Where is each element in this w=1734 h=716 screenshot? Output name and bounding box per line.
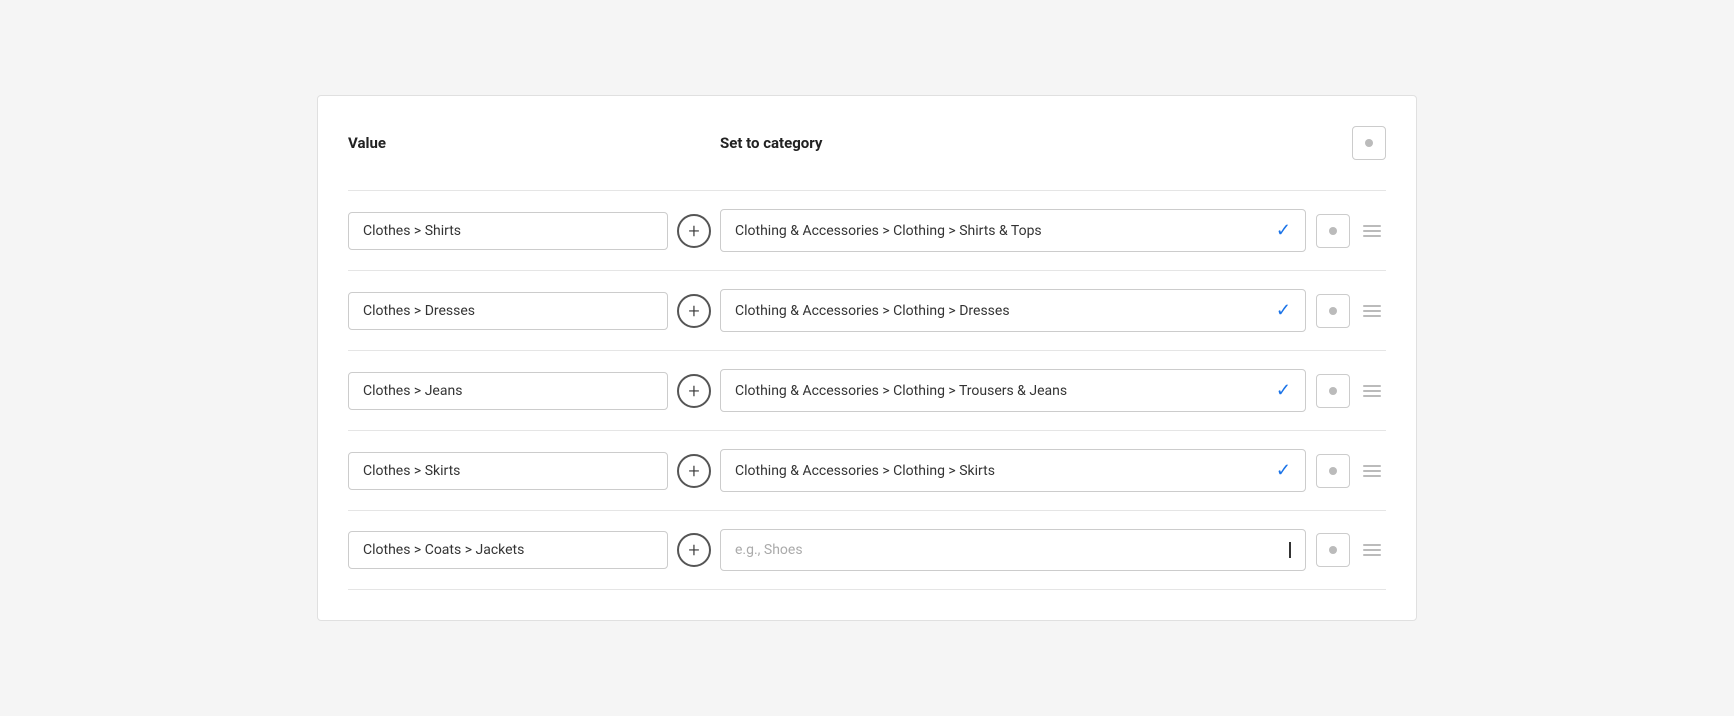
value-box: Clothes > Dresses	[348, 292, 668, 330]
category-text: Clothing & Accessories > Clothing > Shir…	[735, 223, 1266, 239]
category-text: e.g., Shoes	[735, 542, 1287, 558]
value-cell: Clothes > Jeans	[348, 372, 668, 410]
menu-line-icon	[1363, 395, 1381, 397]
row-menu-button[interactable]	[1358, 374, 1386, 408]
menu-line-icon	[1363, 470, 1381, 472]
row-menu-button[interactable]	[1358, 533, 1386, 567]
check-icon: ✓	[1276, 300, 1291, 321]
value-cell: Clothes > Skirts	[348, 452, 668, 490]
check-icon: ✓	[1276, 460, 1291, 481]
menu-line-icon	[1363, 305, 1381, 307]
value-column-header: Value	[348, 134, 668, 152]
category-column-header: Set to category	[720, 134, 1306, 152]
add-button[interactable]: +	[677, 533, 711, 567]
menu-line-icon	[1363, 390, 1381, 392]
menu-line-icon	[1363, 385, 1381, 387]
add-button[interactable]: +	[677, 374, 711, 408]
menu-line-icon	[1363, 315, 1381, 317]
menu-line-icon	[1363, 554, 1381, 556]
header-dot-button[interactable]	[1352, 126, 1386, 160]
value-cell: Clothes > Coats > Jackets	[348, 531, 668, 569]
dot-icon	[1329, 467, 1337, 475]
category-box[interactable]: Clothing & Accessories > Clothing > Shir…	[720, 209, 1306, 252]
value-box: Clothes > Shirts	[348, 212, 668, 250]
category-cell: Clothing & Accessories > Clothing > Trou…	[720, 369, 1306, 412]
category-cell: Clothing & Accessories > Clothing > Skir…	[720, 449, 1306, 492]
add-button[interactable]: +	[677, 214, 711, 248]
table-row: Clothes > Skirts + Clothing & Accessories …	[348, 431, 1386, 511]
value-box: Clothes > Skirts	[348, 452, 668, 490]
dot-icon	[1329, 307, 1337, 315]
category-cell: Clothing & Accessories > Clothing > Shir…	[720, 209, 1306, 252]
row-dot-button[interactable]	[1316, 454, 1350, 488]
menu-line-icon	[1363, 235, 1381, 237]
dot-icon	[1329, 546, 1337, 554]
row-actions	[1306, 214, 1386, 248]
menu-line-icon	[1363, 549, 1381, 551]
plus-cell: +	[668, 454, 720, 488]
dot-icon	[1329, 387, 1337, 395]
row-dot-button[interactable]	[1316, 214, 1350, 248]
row-actions	[1306, 533, 1386, 567]
plus-cell: +	[668, 294, 720, 328]
value-box: Clothes > Jeans	[348, 372, 668, 410]
value-cell: Clothes > Shirts	[348, 212, 668, 250]
menu-line-icon	[1363, 310, 1381, 312]
plus-cell: +	[668, 374, 720, 408]
category-text: Clothing & Accessories > Clothing > Dres…	[735, 303, 1266, 319]
category-box[interactable]: Clothing & Accessories > Clothing > Trou…	[720, 369, 1306, 412]
table-row: Clothes > Coats > Jackets + e.g., Shoes	[348, 511, 1386, 590]
menu-line-icon	[1363, 230, 1381, 232]
row-menu-button[interactable]	[1358, 214, 1386, 248]
value-cell: Clothes > Dresses	[348, 292, 668, 330]
plus-cell: +	[668, 214, 720, 248]
dot-icon	[1365, 139, 1373, 147]
text-cursor	[1289, 542, 1291, 558]
category-box[interactable]: Clothing & Accessories > Clothing > Dres…	[720, 289, 1306, 332]
row-actions	[1306, 374, 1386, 408]
menu-line-icon	[1363, 475, 1381, 477]
table-row: Clothes > Jeans + Clothing & Accessories >…	[348, 351, 1386, 431]
category-text: Clothing & Accessories > Clothing > Trou…	[735, 383, 1266, 399]
row-menu-button[interactable]	[1358, 454, 1386, 488]
row-dot-button[interactable]	[1316, 294, 1350, 328]
category-cell: Clothing & Accessories > Clothing > Dres…	[720, 289, 1306, 332]
row-actions	[1306, 454, 1386, 488]
menu-line-icon	[1363, 225, 1381, 227]
add-button[interactable]: +	[677, 294, 711, 328]
row-menu-button[interactable]	[1358, 294, 1386, 328]
plus-cell: +	[668, 533, 720, 567]
table-header: Value Set to category	[348, 126, 1386, 170]
menu-line-icon	[1363, 465, 1381, 467]
table-row: Clothes > Dresses + Clothing & Accessories…	[348, 271, 1386, 351]
check-icon: ✓	[1276, 220, 1291, 241]
dot-icon	[1329, 227, 1337, 235]
value-box: Clothes > Coats > Jackets	[348, 531, 668, 569]
row-dot-button[interactable]	[1316, 374, 1350, 408]
check-icon: ✓	[1276, 380, 1291, 401]
category-box[interactable]: e.g., Shoes	[720, 529, 1306, 571]
category-cell: e.g., Shoes	[720, 529, 1306, 571]
menu-line-icon	[1363, 544, 1381, 546]
add-button[interactable]: +	[677, 454, 711, 488]
category-box[interactable]: Clothing & Accessories > Clothing > Skir…	[720, 449, 1306, 492]
category-text: Clothing & Accessories > Clothing > Skir…	[735, 463, 1266, 479]
rows-container: Clothes > Shirts + Clothing & Accessories …	[348, 191, 1386, 590]
row-actions	[1306, 294, 1386, 328]
header-actions	[1306, 126, 1386, 160]
mapping-table: Value Set to category Clothes > Shirts+C…	[317, 95, 1417, 621]
row-dot-button[interactable]	[1316, 533, 1350, 567]
table-row: Clothes > Shirts + Clothing & Accessories …	[348, 191, 1386, 271]
